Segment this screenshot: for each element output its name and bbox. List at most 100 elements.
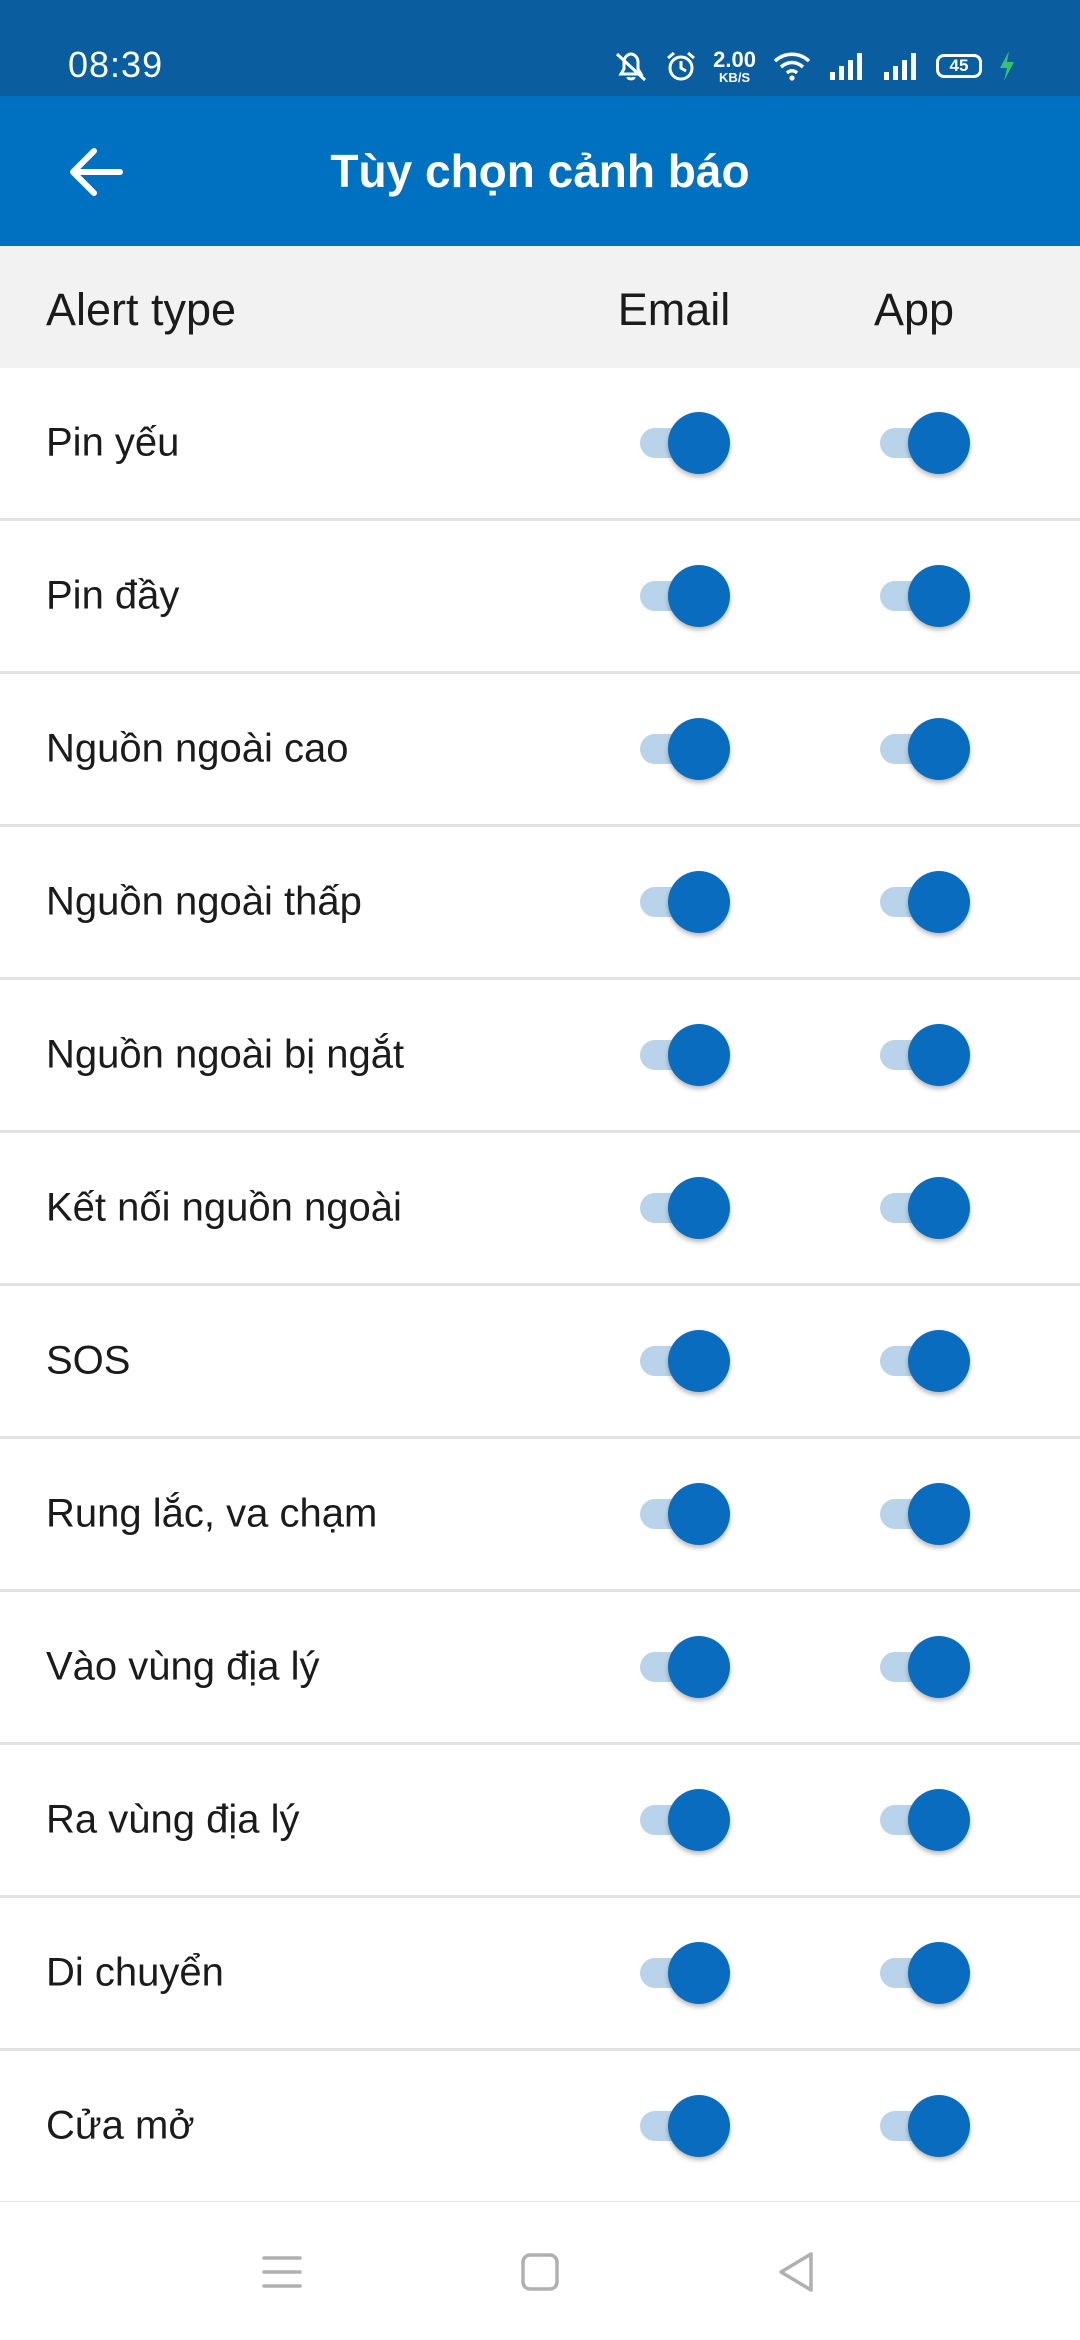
email-toggle[interactable] <box>634 2093 734 2159</box>
toggle-thumb <box>668 871 730 933</box>
toggle-thumb <box>668 1024 730 1086</box>
net-speed: 2.00 KB/S <box>713 46 756 85</box>
toggle-thumb <box>908 871 970 933</box>
home-square-icon <box>521 2253 559 2291</box>
toggle-thumb <box>908 1942 970 2004</box>
alert-label: Di chuyển <box>46 1950 224 1995</box>
toggle-thumb <box>668 1636 730 1698</box>
back-triangle-icon <box>779 2252 813 2292</box>
header-app: App <box>873 284 955 335</box>
toggle-thumb <box>908 1330 970 1392</box>
alert-row: Pin đầy <box>0 521 1080 674</box>
alert-row: Pin yếu <box>0 368 1080 521</box>
toggle-thumb <box>908 2095 970 2157</box>
alarm-icon <box>667 51 696 81</box>
toggle-thumb <box>908 1177 970 1239</box>
email-toggle[interactable] <box>634 1328 734 1394</box>
toggle-thumb <box>668 1942 730 2004</box>
status-icons: 2.00 KB/S 45 <box>613 46 1016 86</box>
email-toggle[interactable] <box>634 563 734 629</box>
system-nav-bar <box>0 2202 1080 2340</box>
header-alert-type: Alert type <box>46 284 237 335</box>
alert-row: Nguồn ngoài bị ngắt <box>0 980 1080 1133</box>
alert-label: SOS <box>46 1338 131 1383</box>
alert-label: Rung lắc, va chạm <box>46 1491 378 1536</box>
alert-label: Nguồn ngoài thấp <box>46 879 362 924</box>
alert-row: Di chuyển <box>0 1898 1080 2051</box>
toggle-thumb <box>908 1789 970 1851</box>
alert-row: Vào vùng địa lý <box>0 1592 1080 1745</box>
header-email: Email <box>617 284 731 335</box>
toggle-thumb <box>908 1636 970 1698</box>
app-toggle[interactable] <box>874 1787 974 1853</box>
status-time: 08:39 <box>68 44 164 85</box>
app-toggle[interactable] <box>874 410 974 476</box>
email-toggle[interactable] <box>634 869 734 935</box>
alert-label: Kết nối nguồn ngoài <box>46 1185 402 1230</box>
toggle-thumb <box>908 1024 970 1086</box>
home-button[interactable] <box>510 2242 570 2302</box>
net-speed-value: 2.00 <box>713 46 756 72</box>
back-nav-button[interactable] <box>766 2242 826 2302</box>
signal-icon <box>830 53 862 80</box>
app-toggle[interactable] <box>874 1634 974 1700</box>
mute-bell-icon <box>616 52 647 82</box>
toggle-thumb <box>668 1330 730 1392</box>
alert-list: Pin yếu Pin đầy Nguồn ngoài cao Nguồn ng… <box>0 368 1080 2204</box>
toggle-thumb <box>668 1789 730 1851</box>
alert-label: Nguồn ngoài cao <box>46 726 349 771</box>
toggle-thumb <box>668 1483 730 1545</box>
app-toggle[interactable] <box>874 716 974 782</box>
alert-label: Nguồn ngoài bị ngắt <box>46 1032 405 1077</box>
alert-row: Cửa mở <box>0 2051 1080 2204</box>
email-toggle[interactable] <box>634 1787 734 1853</box>
battery-level: 45 <box>949 56 969 75</box>
status-bar: 08:39 2.00 KB/S 45 <box>0 0 1080 96</box>
toggle-thumb <box>908 412 970 474</box>
alert-label: Ra vùng địa lý <box>46 1797 300 1842</box>
alert-label: Vào vùng địa lý <box>46 1644 320 1689</box>
email-toggle[interactable] <box>634 1634 734 1700</box>
alert-label: Pin yếu <box>46 420 180 465</box>
email-toggle[interactable] <box>634 1175 734 1241</box>
app-toggle[interactable] <box>874 1175 974 1241</box>
alert-row: Rung lắc, va chạm <box>0 1439 1080 1592</box>
app-toggle[interactable] <box>874 869 974 935</box>
toggle-thumb <box>908 1483 970 1545</box>
alert-label: Cửa mở <box>46 2103 195 2148</box>
table-header: Alert type Email App <box>0 246 1080 368</box>
email-toggle[interactable] <box>634 1022 734 1088</box>
app-toggle[interactable] <box>874 563 974 629</box>
alert-label: Pin đầy <box>46 573 180 618</box>
toggle-thumb <box>908 718 970 780</box>
app-toggle[interactable] <box>874 1328 974 1394</box>
toggle-thumb <box>668 1177 730 1239</box>
toggle-thumb <box>668 718 730 780</box>
toggle-thumb <box>668 412 730 474</box>
signal-icon <box>884 53 916 80</box>
toggle-thumb <box>668 2095 730 2157</box>
app-toggle[interactable] <box>874 1022 974 1088</box>
net-speed-unit: KB/S <box>719 69 751 85</box>
charging-icon <box>1000 51 1014 81</box>
alert-row: SOS <box>0 1286 1080 1439</box>
alert-row: Ra vùng địa lý <box>0 1745 1080 1898</box>
page-title: Tùy chọn cảnh báo <box>330 145 750 197</box>
email-toggle[interactable] <box>634 1481 734 1547</box>
menu-icon <box>262 2256 302 2288</box>
toggle-thumb <box>908 565 970 627</box>
email-toggle[interactable] <box>634 716 734 782</box>
app-toggle[interactable] <box>874 2093 974 2159</box>
app-bar: Tùy chọn cảnh báo <box>0 96 1080 246</box>
recents-button[interactable] <box>252 2242 312 2302</box>
email-toggle[interactable] <box>634 1940 734 2006</box>
alert-row: Nguồn ngoài thấp <box>0 827 1080 980</box>
email-toggle[interactable] <box>634 410 734 476</box>
alert-row: Kết nối nguồn ngoài <box>0 1133 1080 1286</box>
app-toggle[interactable] <box>874 1481 974 1547</box>
app-toggle[interactable] <box>874 1940 974 2006</box>
toggle-thumb <box>668 565 730 627</box>
battery-icon: 45 <box>936 54 982 78</box>
wifi-icon <box>773 52 811 81</box>
alert-row: Nguồn ngoài cao <box>0 674 1080 827</box>
